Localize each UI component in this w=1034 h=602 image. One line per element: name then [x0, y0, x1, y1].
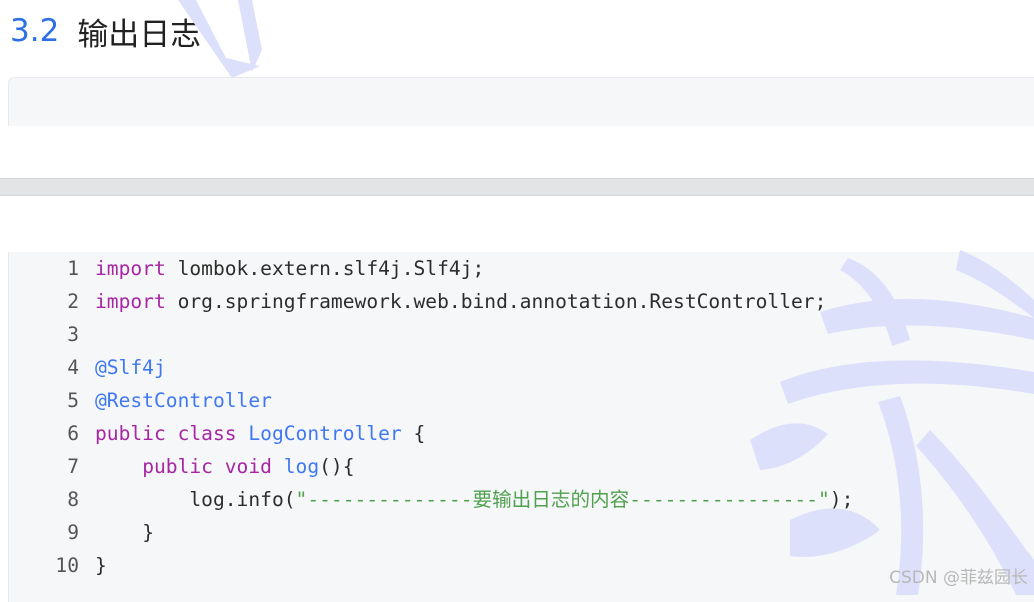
code-text: } — [142, 521, 154, 544]
code-text: { — [401, 422, 426, 445]
keyword-token: void — [224, 455, 272, 478]
code-text: org.springframework.web.bind.annotation.… — [165, 290, 827, 313]
code-text: ); — [829, 488, 854, 511]
line-number: 2 — [67, 290, 79, 313]
method-name-token: log — [283, 455, 320, 478]
line-number: 5 — [67, 389, 79, 412]
line-number: 3 — [67, 323, 79, 346]
horizontal-scrollbar[interactable] — [0, 178, 1034, 196]
keyword-token: class — [177, 422, 237, 445]
line-number: 6 — [67, 422, 79, 445]
code-line: 2 import org.springframework.web.bind.an… — [30, 285, 853, 318]
code-line: 3 — [30, 318, 853, 351]
string-token: "--------------要输出日志的内容----------------" — [295, 488, 830, 511]
line-number: 9 — [67, 521, 79, 544]
code-line: 9 } — [30, 516, 853, 549]
code-line: 1 import lombok.extern.slf4j.Slf4j; — [30, 252, 853, 285]
code-line: 8 log.info("--------------要输出日志的内容------… — [30, 483, 853, 516]
code-text: log.info( — [189, 488, 296, 511]
keyword-token: import — [95, 257, 166, 280]
keyword-token: public — [95, 422, 166, 445]
annotation-token: @RestController — [95, 389, 272, 412]
code-text: } — [95, 554, 107, 577]
annotation-token: @Slf4j — [95, 356, 166, 379]
class-name-token: LogController — [248, 422, 402, 445]
keyword-token: public — [142, 455, 213, 478]
code-text: lombok.extern.slf4j.Slf4j; — [165, 257, 485, 280]
code-line: 7 public void log(){ — [30, 450, 853, 483]
code-content: 1 import lombok.extern.slf4j.Slf4j; 2 im… — [30, 252, 853, 582]
code-line: 5 @RestController — [30, 384, 853, 417]
section-number: 3.2 — [10, 13, 60, 49]
line-number: 7 — [67, 455, 79, 478]
line-number: 8 — [67, 488, 79, 511]
code-line: 4 @Slf4j — [30, 351, 853, 384]
line-number: 1 — [67, 257, 79, 280]
section-heading: 3.2 输出日志 — [10, 8, 201, 54]
code-line: 10 } — [30, 549, 853, 582]
line-number: 10 — [55, 554, 79, 577]
empty-code-block — [8, 77, 1034, 126]
keyword-token: import — [95, 290, 166, 313]
csdn-watermark-text: CSDN @菲兹园长 — [889, 568, 1028, 588]
code-text: (){ — [319, 455, 355, 478]
line-number: 4 — [67, 356, 79, 379]
code-line: 6 public class LogController { — [30, 417, 853, 450]
section-title: 输出日志 — [77, 16, 202, 53]
